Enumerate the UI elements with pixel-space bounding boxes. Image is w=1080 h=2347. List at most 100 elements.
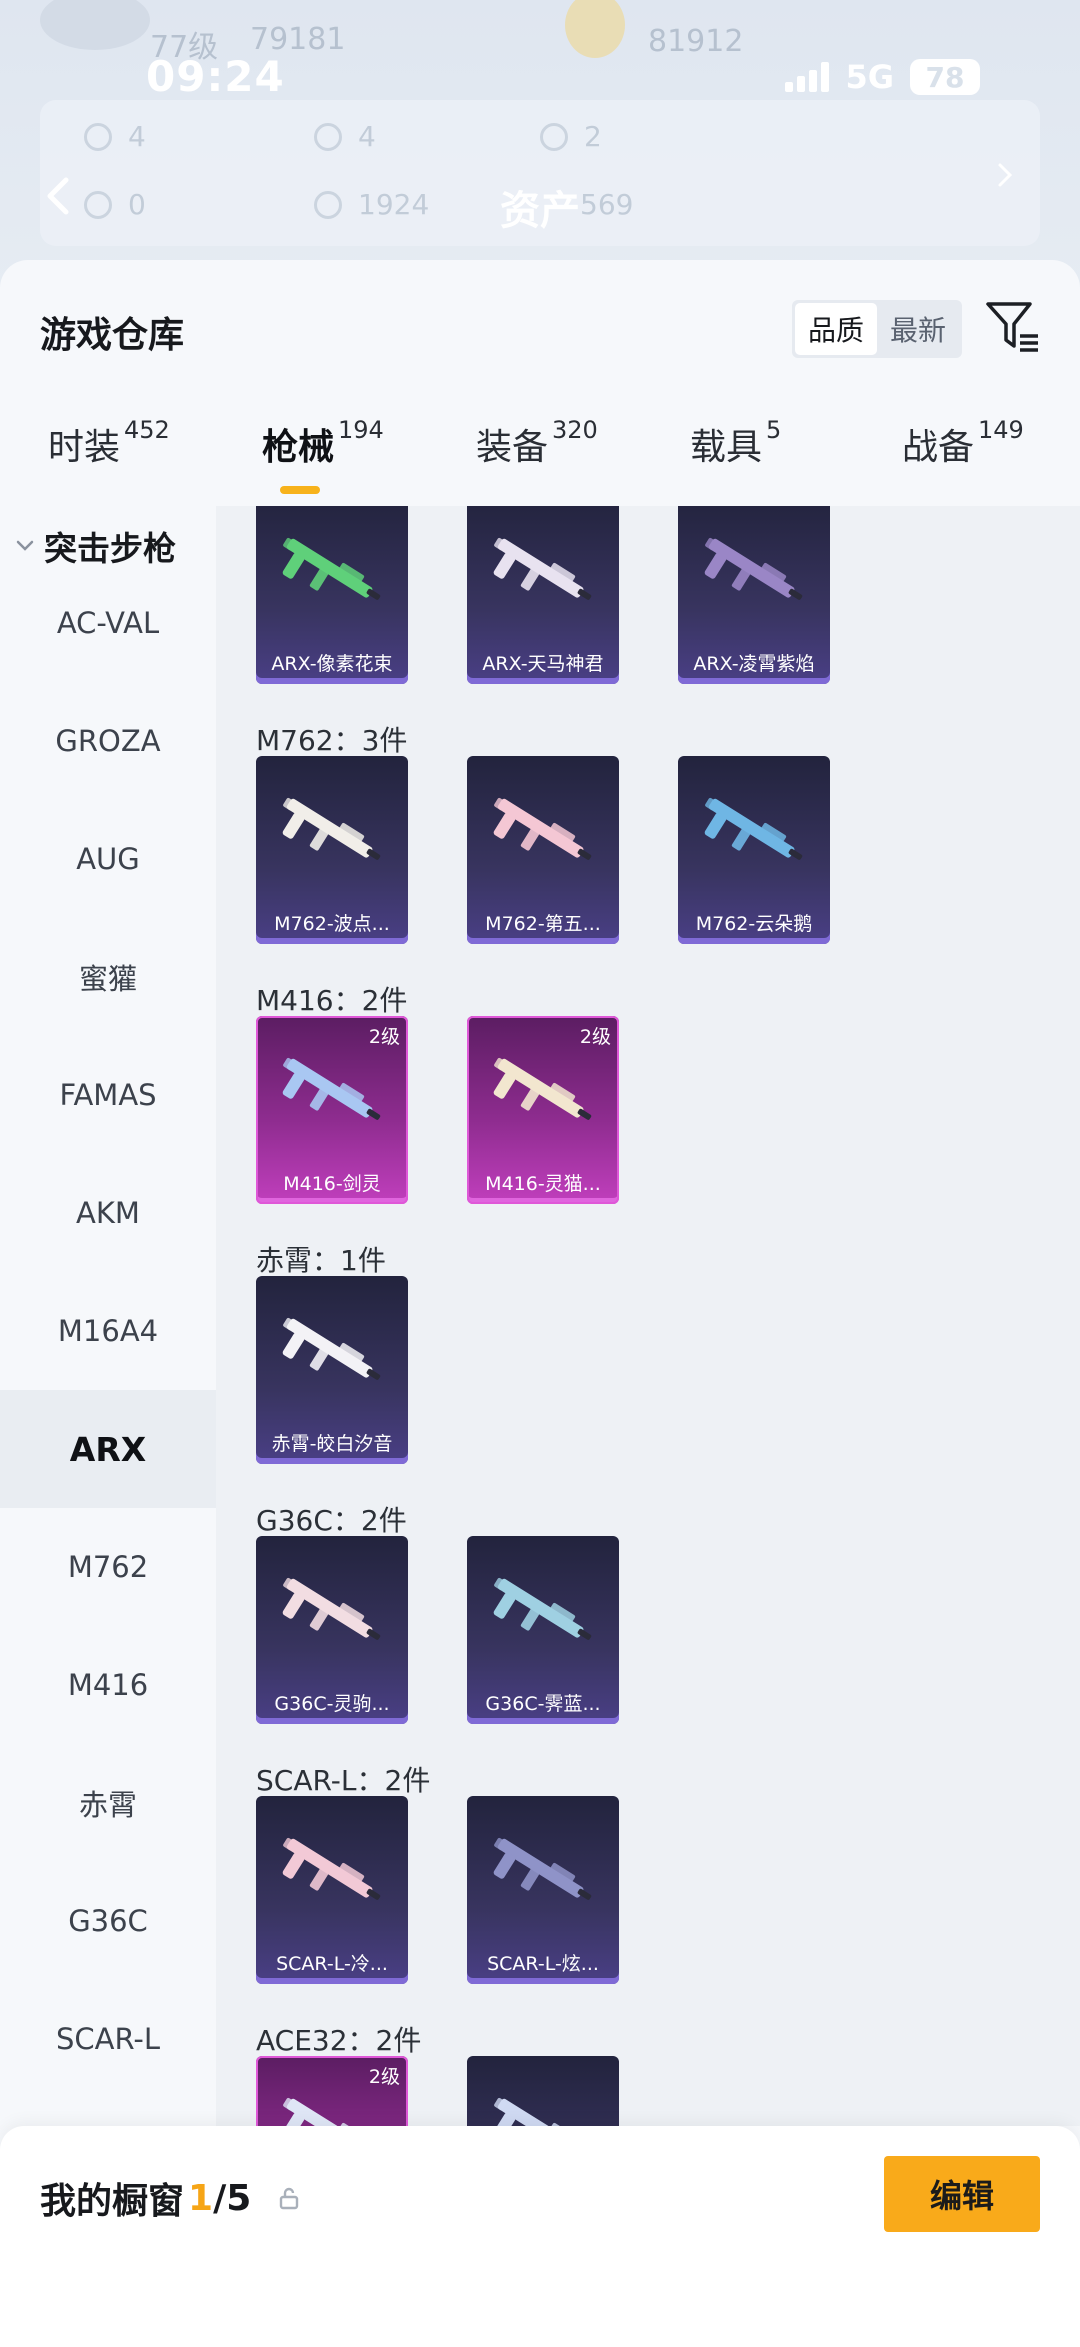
skin-name: G36C-灵驹... xyxy=(274,1693,390,1715)
sidebar-item[interactable]: 蜜獾 xyxy=(0,918,216,1036)
skin-name: M762-波点... xyxy=(274,913,390,935)
lock-icon[interactable] xyxy=(277,2186,301,2210)
stat-icon xyxy=(84,122,112,151)
rifle-skin-icon xyxy=(282,797,381,860)
skin-card[interactable] xyxy=(467,2056,619,2126)
sidebar-item[interactable]: G36C xyxy=(0,1862,216,1980)
sidebar-item[interactable]: FAMAS xyxy=(0,1036,216,1154)
skin-card[interactable]: SCAR-L-炫... xyxy=(467,1796,619,1984)
tab-vehicles[interactable]: 载具 5 xyxy=(690,416,781,470)
sidebar-item[interactable]: ARX xyxy=(0,1390,216,1508)
sidebar-item[interactable]: M416 xyxy=(0,1626,216,1744)
skin-name: G36C-霁蓝... xyxy=(485,1693,601,1715)
skin-name: ARX-凌霄紫焰 xyxy=(693,653,815,675)
skin-card[interactable]: ARX-天马神君 xyxy=(467,506,619,684)
stat-item: 0 xyxy=(84,188,146,221)
group-label: M416：2件 xyxy=(256,984,408,1017)
tab-fashion[interactable]: 时装 452 xyxy=(48,416,170,470)
sidebar-item[interactable]: AKM xyxy=(0,1154,216,1272)
sidebar-item[interactable]: M16A4 xyxy=(0,1272,216,1390)
skin-name: ARX-像素花束 xyxy=(271,653,393,675)
stat-icon xyxy=(540,122,568,151)
group-label: G36C：2件 xyxy=(256,1504,407,1537)
skin-card[interactable]: SCAR-L-冷... xyxy=(256,1796,408,1984)
sidebar-item[interactable]: 赤霄 xyxy=(0,1744,216,1862)
stat-icon xyxy=(314,190,342,219)
sort-option-quality[interactable]: 品质 xyxy=(795,303,877,355)
tab-equipment[interactable]: 装备 320 xyxy=(476,416,598,470)
skin-card[interactable]: M762-波点... xyxy=(256,756,408,944)
rifle-skin-icon xyxy=(282,1317,381,1380)
group-label: M762：3件 xyxy=(256,724,408,757)
user-emblem xyxy=(40,0,150,50)
weapon-type-sidebar: 突击步枪 AC-VAL GROZA AUG 蜜獾 FAMAS AKM M16A4 ARX M76… xyxy=(0,506,216,2126)
sidebar-section-label: 突击步枪 xyxy=(44,529,176,568)
profile2-value: 81912 xyxy=(648,24,744,59)
skin-card[interactable]: 2级 xyxy=(256,2056,408,2126)
rifle-skin-icon xyxy=(704,537,803,600)
category-tabs: 时装 452 枪械 194 装备 320 载具 5 战备 149 xyxy=(0,416,1080,498)
skin-card[interactable]: ARX-像素花束 xyxy=(256,506,408,684)
stat-item: 569 xyxy=(580,188,634,221)
stat-item: 4 xyxy=(84,120,146,153)
skin-card[interactable]: 赤霄-皎白汐音 xyxy=(256,1276,408,1464)
level-badge: 2级 xyxy=(579,1026,611,1048)
sidebar-item[interactable]: M762 xyxy=(0,1508,216,1626)
tab-firearms[interactable]: 枪械 194 xyxy=(262,416,384,470)
skin-name: SCAR-L-炫... xyxy=(487,1953,599,1975)
sort-option-latest[interactable]: 最新 xyxy=(877,303,959,355)
background-page: 77级 79181 81912 4 4 2 0 1924 569 资产 09:2… xyxy=(0,0,1080,300)
filter-list-icon[interactable] xyxy=(984,298,1040,354)
status-indicators: 5G 78 xyxy=(785,58,980,96)
skin-name: ARX-天马神君 xyxy=(482,653,604,675)
skin-card[interactable]: 2级 M416-剑灵 xyxy=(256,1016,408,1204)
skin-name: M762-云朵鹅 xyxy=(695,913,813,935)
stat-icon xyxy=(84,190,112,219)
stat-item: 1924 xyxy=(314,188,429,221)
chevron-left-icon[interactable] xyxy=(40,176,80,216)
chevron-right-icon[interactable] xyxy=(990,160,1020,190)
sidebar-item[interactable]: AUG xyxy=(0,800,216,918)
rifle-skin-icon xyxy=(282,537,381,600)
skin-card[interactable]: G36C-霁蓝... xyxy=(467,1536,619,1724)
skin-card[interactable]: ARX-凌霄紫焰 xyxy=(678,506,830,684)
sidebar-item[interactable]: GROZA xyxy=(0,682,216,800)
level-badge: 2级 xyxy=(368,1026,400,1048)
stat-icon xyxy=(314,122,342,151)
network-type: 5G xyxy=(845,58,894,96)
skin-card[interactable]: M762-云朵鹅 xyxy=(678,756,830,944)
skin-card[interactable]: M762-第五... xyxy=(467,756,619,944)
battery-icon: 78 xyxy=(910,59,980,95)
rifle-skin-icon xyxy=(493,1577,592,1640)
group-label: 赤霄：1件 xyxy=(256,1244,386,1277)
stat-item: 2 xyxy=(540,120,602,153)
rifle-skin-icon xyxy=(493,1057,592,1120)
active-tab-indicator xyxy=(280,486,320,494)
status-time: 09:24 xyxy=(146,52,285,101)
sidebar-item[interactable]: AC-VAL xyxy=(0,564,216,682)
skin-name: SCAR-L-冷... xyxy=(276,1953,388,1975)
skin-card[interactable]: G36C-灵驹... xyxy=(256,1536,408,1724)
skin-card[interactable]: 2级 M416-灵猫... xyxy=(467,1016,619,1204)
rank-emblem xyxy=(565,0,625,58)
group-label: SCAR-L：2件 xyxy=(256,1764,431,1797)
skin-name: M416-灵猫... xyxy=(485,1173,601,1195)
rifle-skin-icon xyxy=(704,797,803,860)
weapon-skin-grid: ARX-像素花束 ARX-天马神君 ARX-凌霄紫焰 M762：3件 M762-波点..… xyxy=(216,506,1080,2126)
chevron-down-icon xyxy=(16,540,34,551)
rifle-skin-icon xyxy=(282,1837,381,1900)
sheet-title: 游戏仓库 xyxy=(40,315,185,356)
page-title: 资产 xyxy=(500,188,580,234)
rifle-skin-icon xyxy=(282,1577,381,1640)
game-warehouse-sheet: 游戏仓库 品质 最新 时装 452 枪械 194 装备 320 载具 5 战备 149 xyxy=(0,260,1080,2347)
showcase-bar: 我的橱窗 1 /5 编辑 xyxy=(0,2126,1080,2347)
skin-name: M762-第五... xyxy=(485,913,601,935)
stat-item: 4 xyxy=(314,120,376,153)
showcase-total: /5 xyxy=(213,2177,252,2219)
tab-supplies[interactable]: 战备 149 xyxy=(902,416,1024,470)
rifle-skin-icon xyxy=(282,1057,381,1120)
sidebar-item[interactable]: SCAR-L xyxy=(0,1980,216,2098)
showcase-label: 我的橱窗 xyxy=(40,2181,185,2222)
edit-button[interactable]: 编辑 xyxy=(884,2156,1040,2232)
group-label: ACE32：2件 xyxy=(256,2024,422,2057)
